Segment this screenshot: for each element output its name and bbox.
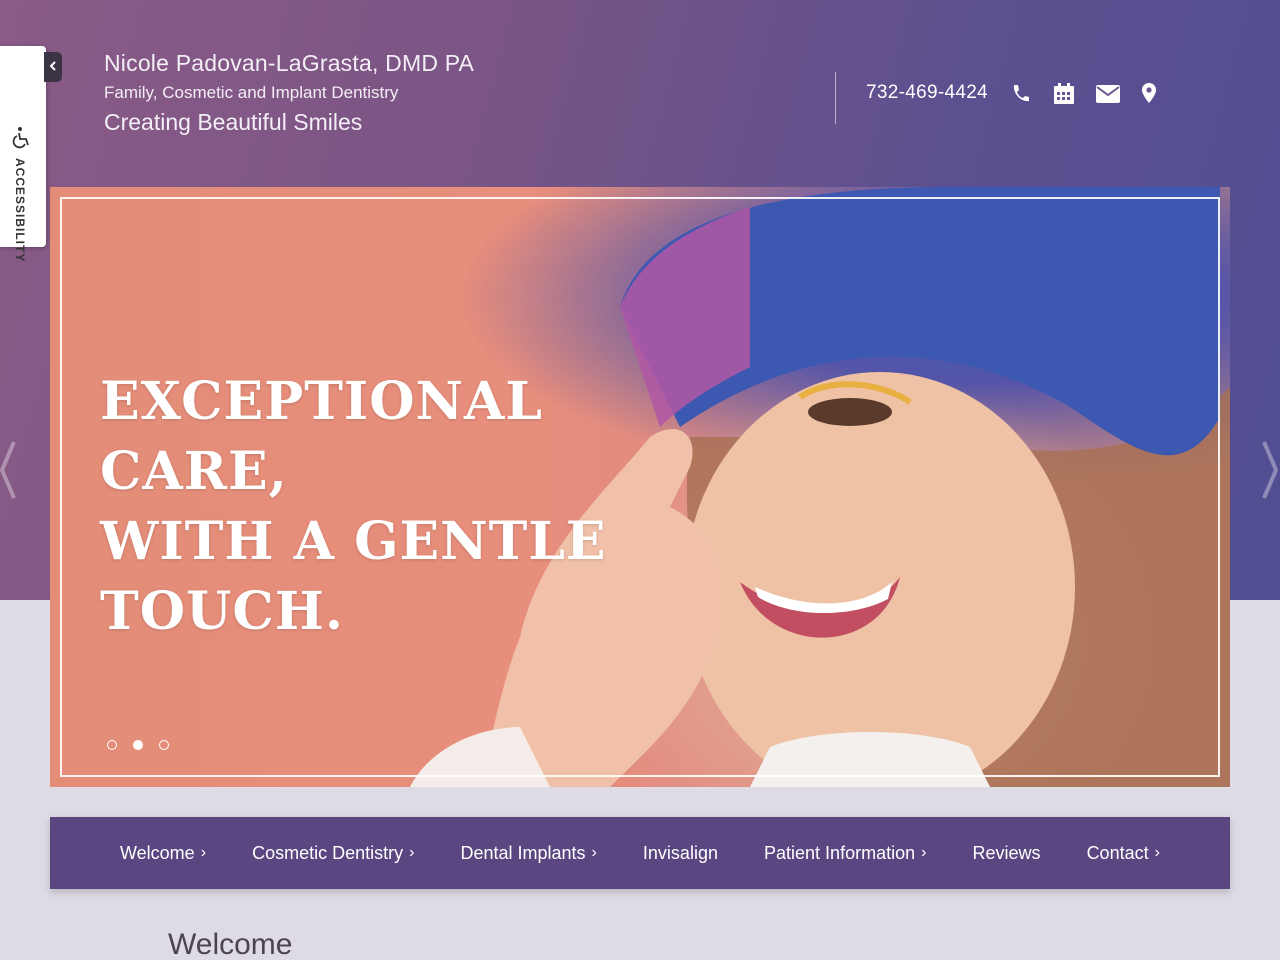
accessibility-toggle-button[interactable] xyxy=(44,52,62,82)
nav-item-label: Welcome xyxy=(120,842,195,863)
nav-item-invisalign[interactable]: Invisalign xyxy=(643,843,718,864)
chevron-right-icon: › xyxy=(200,844,207,861)
slider-next-arrow-icon[interactable] xyxy=(1262,440,1279,505)
wheelchair-icon xyxy=(11,126,33,155)
nav-item-label: Contact xyxy=(1086,842,1149,863)
nav-item-label: Cosmetic Dentistry xyxy=(252,842,404,863)
hero-heading: EXCEPTIONAL CARE, WITH A GENTLE TOUCH. xyxy=(100,367,720,647)
practice-name: Nicole Padovan-LaGrasta, DMD PA xyxy=(104,50,475,76)
content-heading: Welcome xyxy=(168,928,293,960)
chevron-right-icon: › xyxy=(1154,844,1160,861)
calendar-icon[interactable] xyxy=(1053,83,1075,110)
nav-item-label: Patient Information xyxy=(764,842,916,863)
nav-item-cosmetic-dentistry[interactable]: Cosmetic Dentistry › xyxy=(252,843,414,864)
practice-tagline: Family, Cosmetic and Implant Dentistry xyxy=(104,83,399,102)
accessibility-label: ACCESSIBILITY xyxy=(13,158,27,263)
phone-number-link[interactable]: 732-469-4424 xyxy=(866,82,988,104)
nav-item-label: Reviews xyxy=(972,842,1041,863)
main-nav: Welcome › Cosmetic Dentistry › Dental Im… xyxy=(50,817,1230,889)
slider-prev-arrow-icon[interactable] xyxy=(0,440,16,505)
chevron-left-icon xyxy=(49,58,57,76)
brand-block[interactable]: Nicole Padovan-LaGrasta, DMD PA Family, … xyxy=(104,50,474,136)
slider-dot-2[interactable] xyxy=(133,740,143,750)
nav-item-welcome[interactable]: Welcome › xyxy=(120,843,206,864)
nav-item-dental-implants[interactable]: Dental Implants › xyxy=(460,843,596,864)
hero-heading-line: EXCEPTIONAL CARE, xyxy=(100,371,543,502)
chevron-right-icon: › xyxy=(409,844,415,861)
nav-item-contact[interactable]: Contact › xyxy=(1087,843,1160,864)
header-divider xyxy=(835,72,836,124)
chevron-right-icon: › xyxy=(591,844,597,861)
nav-item-patient-information[interactable]: Patient Information › xyxy=(764,843,926,864)
slider-dot-1[interactable] xyxy=(107,740,117,750)
nav-item-reviews[interactable]: Reviews xyxy=(972,843,1040,864)
map-pin-icon[interactable] xyxy=(1142,83,1156,110)
slider-dots xyxy=(107,740,169,750)
accessibility-tab[interactable]: ACCESSIBILITY xyxy=(0,46,46,262)
hero-heading-line: WITH A GENTLE xyxy=(100,511,607,572)
nav-item-label: Invisalign xyxy=(642,842,718,863)
envelope-icon[interactable] xyxy=(1096,85,1120,108)
practice-slogan: Creating Beautiful Smiles xyxy=(104,109,363,135)
slider-dot-3[interactable] xyxy=(159,740,169,750)
hero-heading-line: TOUCH. xyxy=(100,581,344,642)
nav-item-label: Dental Implants xyxy=(460,842,586,863)
hero-slider[interactable]: EXCEPTIONAL CARE, WITH A GENTLE TOUCH. xyxy=(50,187,1230,787)
phone-icon[interactable] xyxy=(1011,83,1031,110)
chevron-right-icon: › xyxy=(921,844,927,861)
